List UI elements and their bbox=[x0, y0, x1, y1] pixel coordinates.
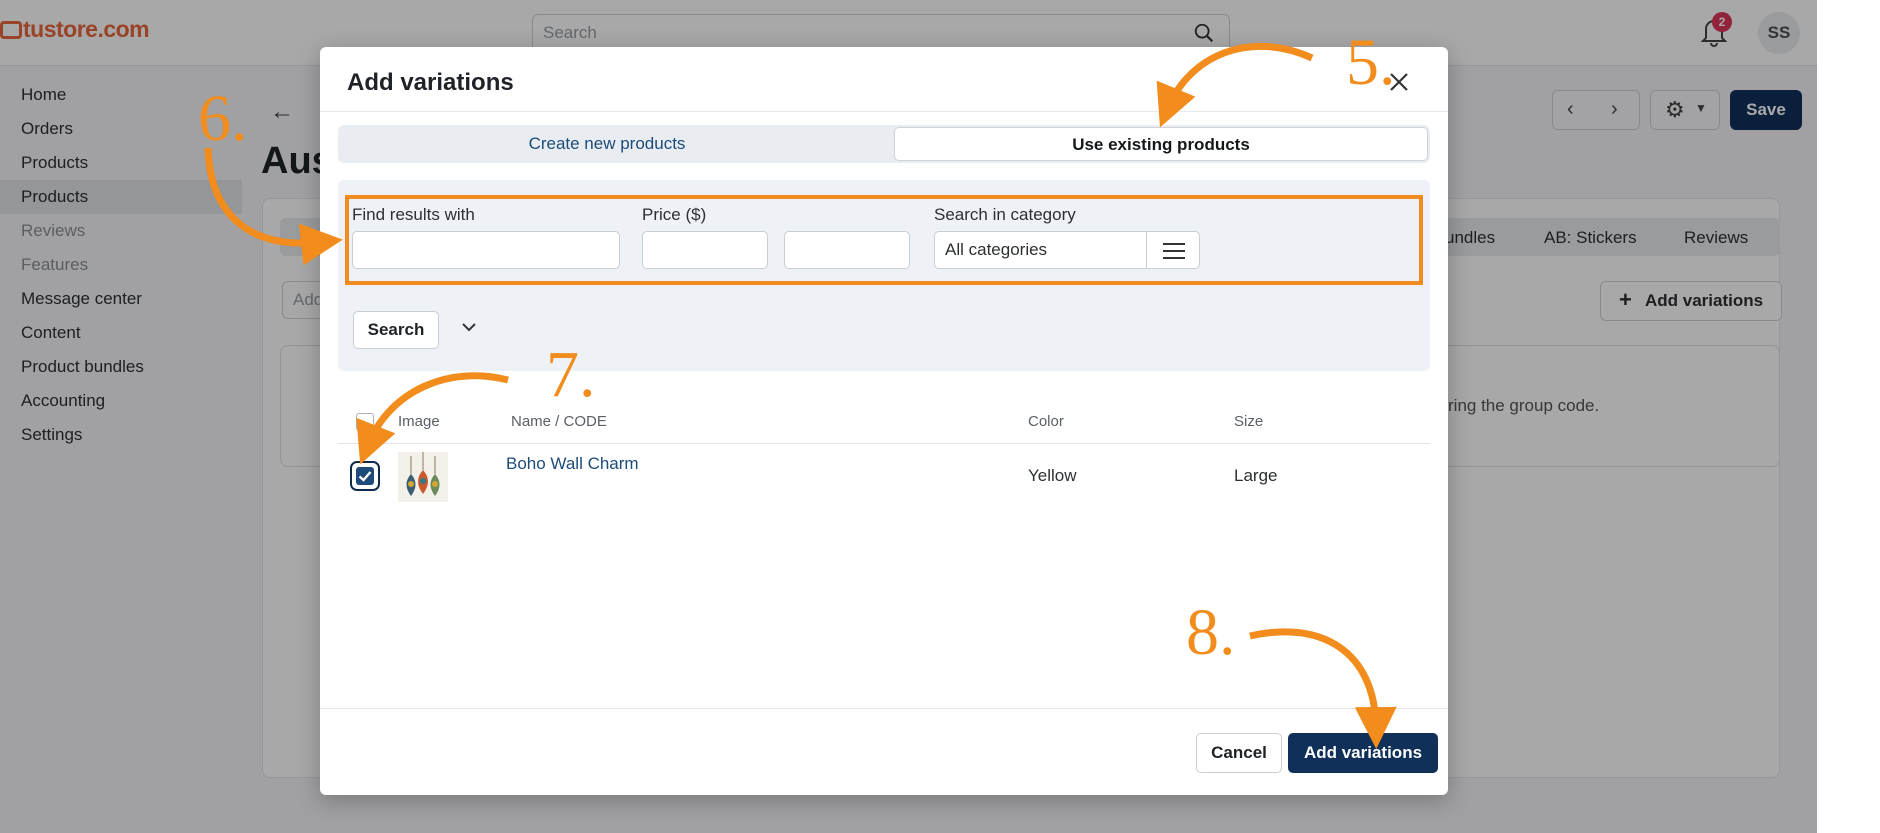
filter-highlight-box bbox=[345, 195, 1423, 285]
product-source-tabs: Create new products Use existing product… bbox=[338, 125, 1430, 163]
search-button[interactable]: Search bbox=[353, 311, 439, 349]
tab-use-existing-products[interactable]: Use existing products bbox=[894, 127, 1428, 161]
table-header-divider bbox=[338, 443, 1430, 444]
chevron-down-icon[interactable] bbox=[457, 315, 481, 339]
cancel-button[interactable]: Cancel bbox=[1196, 733, 1282, 773]
step-6-label: 6. bbox=[198, 82, 248, 155]
column-header-size: Size bbox=[1234, 413, 1264, 430]
column-header-name[interactable]: Name / CODE bbox=[511, 413, 607, 430]
add-variations-button[interactable]: Add variations bbox=[1288, 733, 1438, 773]
row-checkbox[interactable] bbox=[350, 461, 380, 491]
column-header-image: Image bbox=[398, 413, 440, 430]
dialog-footer-divider bbox=[320, 708, 1448, 709]
dialog-title: Add variations bbox=[347, 69, 514, 96]
step-8-label: 8. bbox=[1186, 596, 1236, 669]
dialog-header-divider bbox=[320, 111, 1448, 112]
checkmark-icon bbox=[358, 471, 372, 482]
select-all-checkbox[interactable] bbox=[356, 413, 374, 431]
product-name-link[interactable]: Boho Wall Charm bbox=[506, 454, 639, 474]
step-7-label: 7. bbox=[546, 338, 596, 411]
checkbox-fill bbox=[356, 467, 374, 485]
tab-create-new-products[interactable]: Create new products bbox=[338, 125, 876, 163]
product-image bbox=[398, 452, 448, 502]
product-color: Yellow bbox=[1028, 466, 1077, 485]
column-header-color: Color bbox=[1028, 413, 1064, 430]
add-variations-dialog: Add variations Create new products Use e… bbox=[320, 47, 1448, 795]
product-thumbnail bbox=[398, 452, 448, 502]
step-5-label: 5. bbox=[1346, 26, 1396, 99]
product-size: Large bbox=[1234, 466, 1278, 485]
